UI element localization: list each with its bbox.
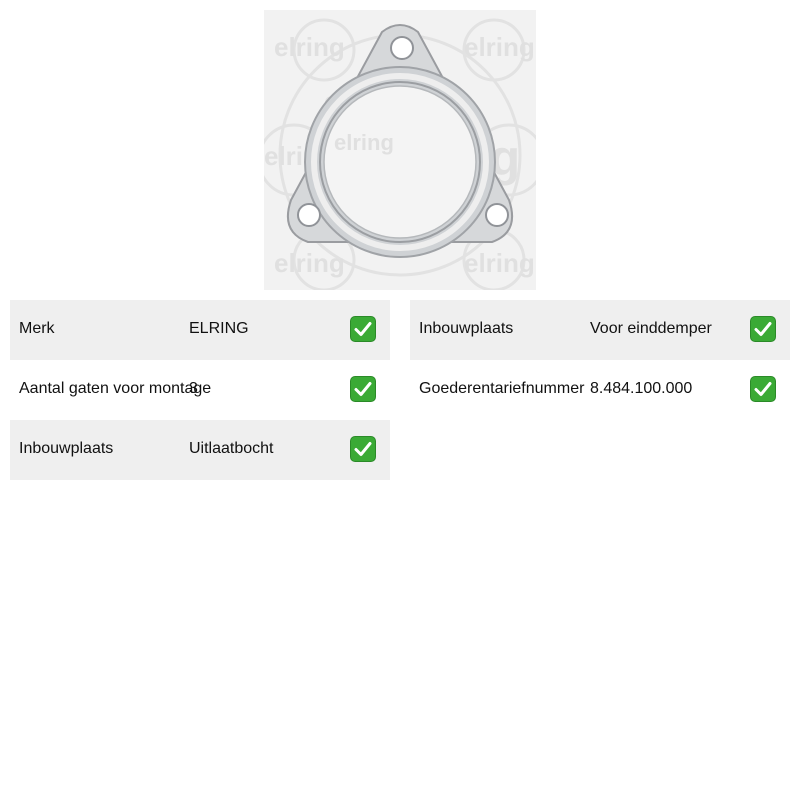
spec-row: Goederentariefnummer 8.484.100.000 (410, 360, 790, 420)
product-image: elring elring elring elring elring elrin… (264, 10, 536, 290)
spec-table-right: Inbouwplaats Voor einddemper Goederentar… (410, 300, 790, 420)
spec-table-left: Merk ELRING Aantal gaten voor montage 3 … (10, 300, 390, 480)
spec-label: Inbouwplaats (19, 440, 114, 457)
spec-value: 3 (189, 380, 198, 397)
spec-row: Merk ELRING (10, 300, 390, 360)
spec-value: 8.484.100.000 (590, 380, 693, 397)
check-icon (350, 316, 376, 342)
check-icon (750, 376, 776, 402)
svg-text:elring: elring (274, 32, 345, 62)
spec-row: Inbouwplaats Uitlaatbocht (10, 420, 390, 480)
check-icon (350, 436, 376, 462)
gasket-image: elring elring elring elring elring elrin… (264, 18, 536, 290)
check-icon (750, 316, 776, 342)
spec-label: Inbouwplaats (419, 320, 514, 337)
spec-label: Goederentariefnummer (419, 380, 585, 397)
spec-value: Voor einddemper (590, 320, 712, 337)
spec-row: Inbouwplaats Voor einddemper (410, 300, 790, 360)
check-icon (350, 376, 376, 402)
spec-value: Uitlaatbocht (189, 440, 274, 457)
svg-text:elring: elring (464, 32, 535, 62)
spec-label: Merk (19, 320, 55, 337)
spec-value: ELRING (189, 320, 249, 337)
spec-label: Aantal gaten voor montage (19, 380, 212, 397)
spec-row: Aantal gaten voor montage 3 (10, 360, 390, 420)
svg-text:elring: elring (334, 130, 394, 155)
svg-text:elring: elring (274, 248, 345, 278)
svg-text:elring: elring (464, 248, 535, 278)
